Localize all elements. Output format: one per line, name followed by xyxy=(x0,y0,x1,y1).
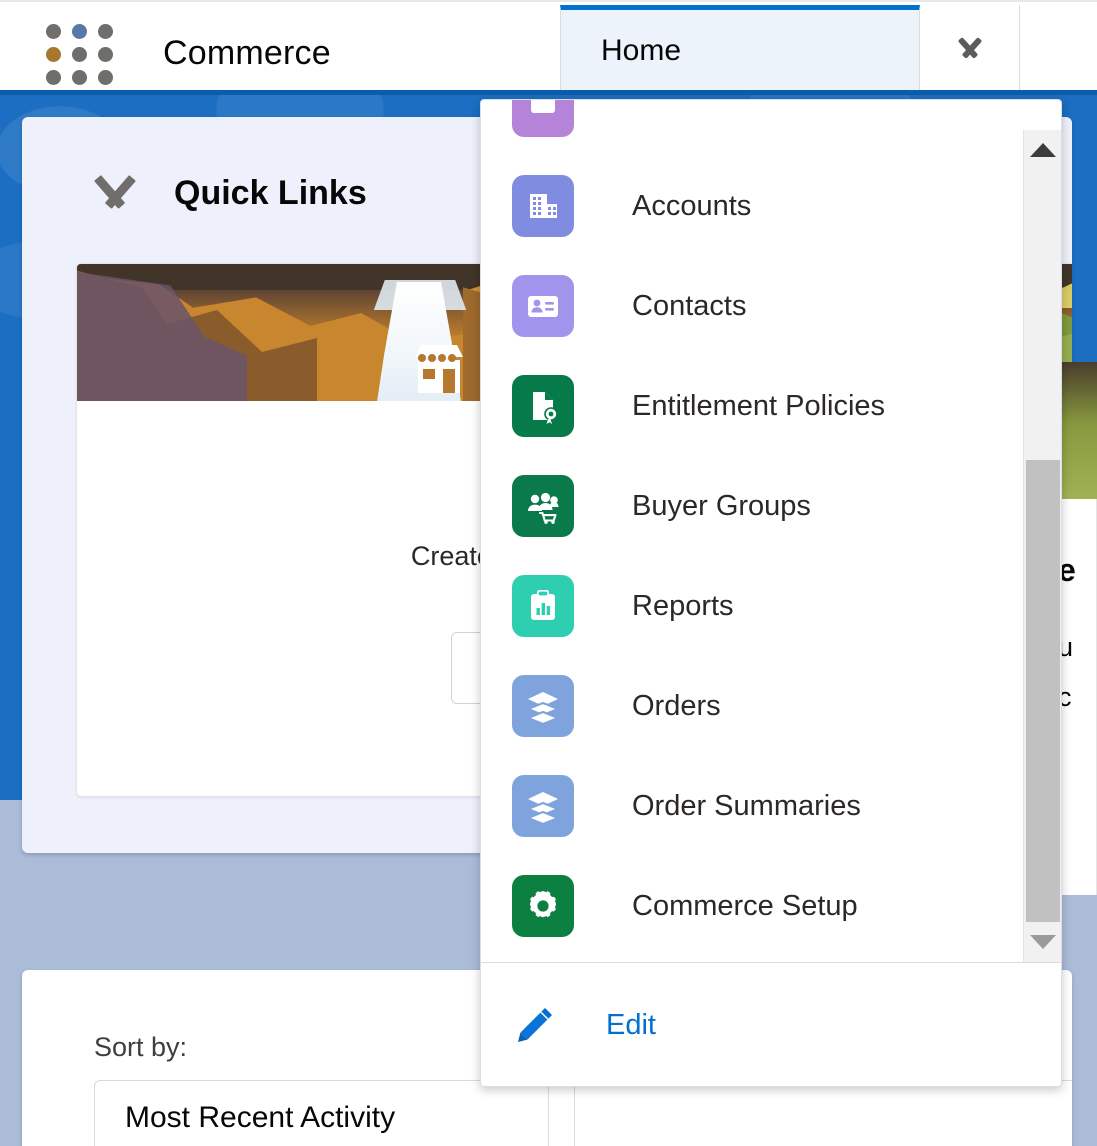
dropdown-edit-action[interactable]: Edit xyxy=(481,963,1061,1086)
dropdown-scroll-viewport: Accounts Contacts Entitlement Policies B… xyxy=(481,100,1061,962)
chevron-down-icon xyxy=(953,39,987,59)
menu-item-entitlement-policies-label: Entitlement Policies xyxy=(632,389,886,422)
menu-item-reports-label: Reports xyxy=(632,589,734,622)
launcher-dot xyxy=(72,24,87,39)
launcher-dot xyxy=(46,24,61,39)
launcher-dot xyxy=(46,47,61,62)
clipboard-chart-icon xyxy=(512,575,574,637)
menu-item-order-summaries[interactable]: Order Summaries xyxy=(481,756,1021,856)
document-badge-icon xyxy=(512,375,574,437)
sort-by-label: Sort by: xyxy=(94,1032,188,1062)
peek-tile-illustration xyxy=(1058,362,1097,499)
menu-item-reports[interactable]: Reports xyxy=(481,556,1021,656)
layers-icon xyxy=(512,775,574,837)
launcher-dot xyxy=(72,47,87,62)
scroll-up-button[interactable] xyxy=(1024,130,1061,170)
tab-dropdown-button[interactable] xyxy=(920,5,1020,92)
launcher-dot xyxy=(98,70,113,85)
menu-item-commerce-setup[interactable]: Commerce Setup xyxy=(481,856,1021,956)
menu-item-accounts[interactable]: Accounts xyxy=(481,156,1021,256)
app-launcher-grid-icon[interactable] xyxy=(46,24,116,85)
app-name-label: Commerce xyxy=(163,34,331,72)
menu-item-buyer-groups-label: Buyer Groups xyxy=(632,489,811,522)
tab-home-label: Home xyxy=(601,34,682,67)
menu-item-entitlement-policies[interactable]: Entitlement Policies xyxy=(481,356,1021,456)
peek-line2-fragment: c xyxy=(1058,682,1072,712)
people-cart-icon xyxy=(512,475,574,537)
edit-label: Edit xyxy=(606,1008,656,1041)
peek-title-fragment: e xyxy=(1058,552,1076,588)
gear-icon xyxy=(512,875,574,937)
menu-item-contacts[interactable]: Contacts xyxy=(481,256,1021,356)
dropdown-scrollbar[interactable] xyxy=(1023,130,1061,962)
launcher-dot xyxy=(98,24,113,39)
body-top-accent xyxy=(0,90,1097,95)
scrollbar-thumb[interactable] xyxy=(1026,460,1060,922)
building-icon xyxy=(512,175,574,237)
pencil-icon xyxy=(512,1002,558,1048)
quick-links-header: Quick Links xyxy=(22,169,367,217)
triangle-down-icon xyxy=(1030,935,1056,949)
menu-item-accounts-label: Accounts xyxy=(632,189,752,222)
peek-line1-fragment: u xyxy=(1058,632,1074,662)
store-icon xyxy=(409,343,469,395)
menu-item-buyer-groups[interactable]: Buyer Groups xyxy=(481,456,1021,556)
contact-card-icon xyxy=(512,275,574,337)
triangle-up-icon xyxy=(1030,143,1056,157)
app-root: Commerce Home Quick Links Create e u c S… xyxy=(0,0,1097,1146)
chevron-down-icon xyxy=(88,178,142,208)
quick-links-collapse-button[interactable] xyxy=(78,169,152,217)
secondary-filter-select[interactable] xyxy=(574,1080,1072,1146)
layers-icon xyxy=(512,675,574,737)
menu-item-commerce-setup-label: Commerce Setup xyxy=(632,889,858,922)
dropdown-item-list: Accounts Contacts Entitlement Policies B… xyxy=(481,100,1021,956)
menu-item-partial[interactable] xyxy=(481,100,1021,156)
quick-links-title: Quick Links xyxy=(174,173,367,212)
global-header: Commerce Home xyxy=(0,0,1097,92)
launcher-dot xyxy=(72,70,87,85)
scroll-down-button[interactable] xyxy=(1024,922,1061,962)
tab-strip: Home xyxy=(560,5,1020,92)
launcher-dot xyxy=(46,70,61,85)
launcher-dot xyxy=(98,47,113,62)
menu-item-contacts-label: Contacts xyxy=(632,289,747,322)
menu-item-order-summaries-label: Order Summaries xyxy=(632,789,861,822)
partial-icon xyxy=(512,100,574,137)
menu-item-orders-label: Orders xyxy=(632,689,721,722)
nav-items-dropdown: Accounts Contacts Entitlement Policies B… xyxy=(480,99,1062,1087)
sort-by-select[interactable]: Most Recent Activity xyxy=(94,1080,549,1146)
tab-home[interactable]: Home xyxy=(560,5,920,92)
menu-item-orders[interactable]: Orders xyxy=(481,656,1021,756)
